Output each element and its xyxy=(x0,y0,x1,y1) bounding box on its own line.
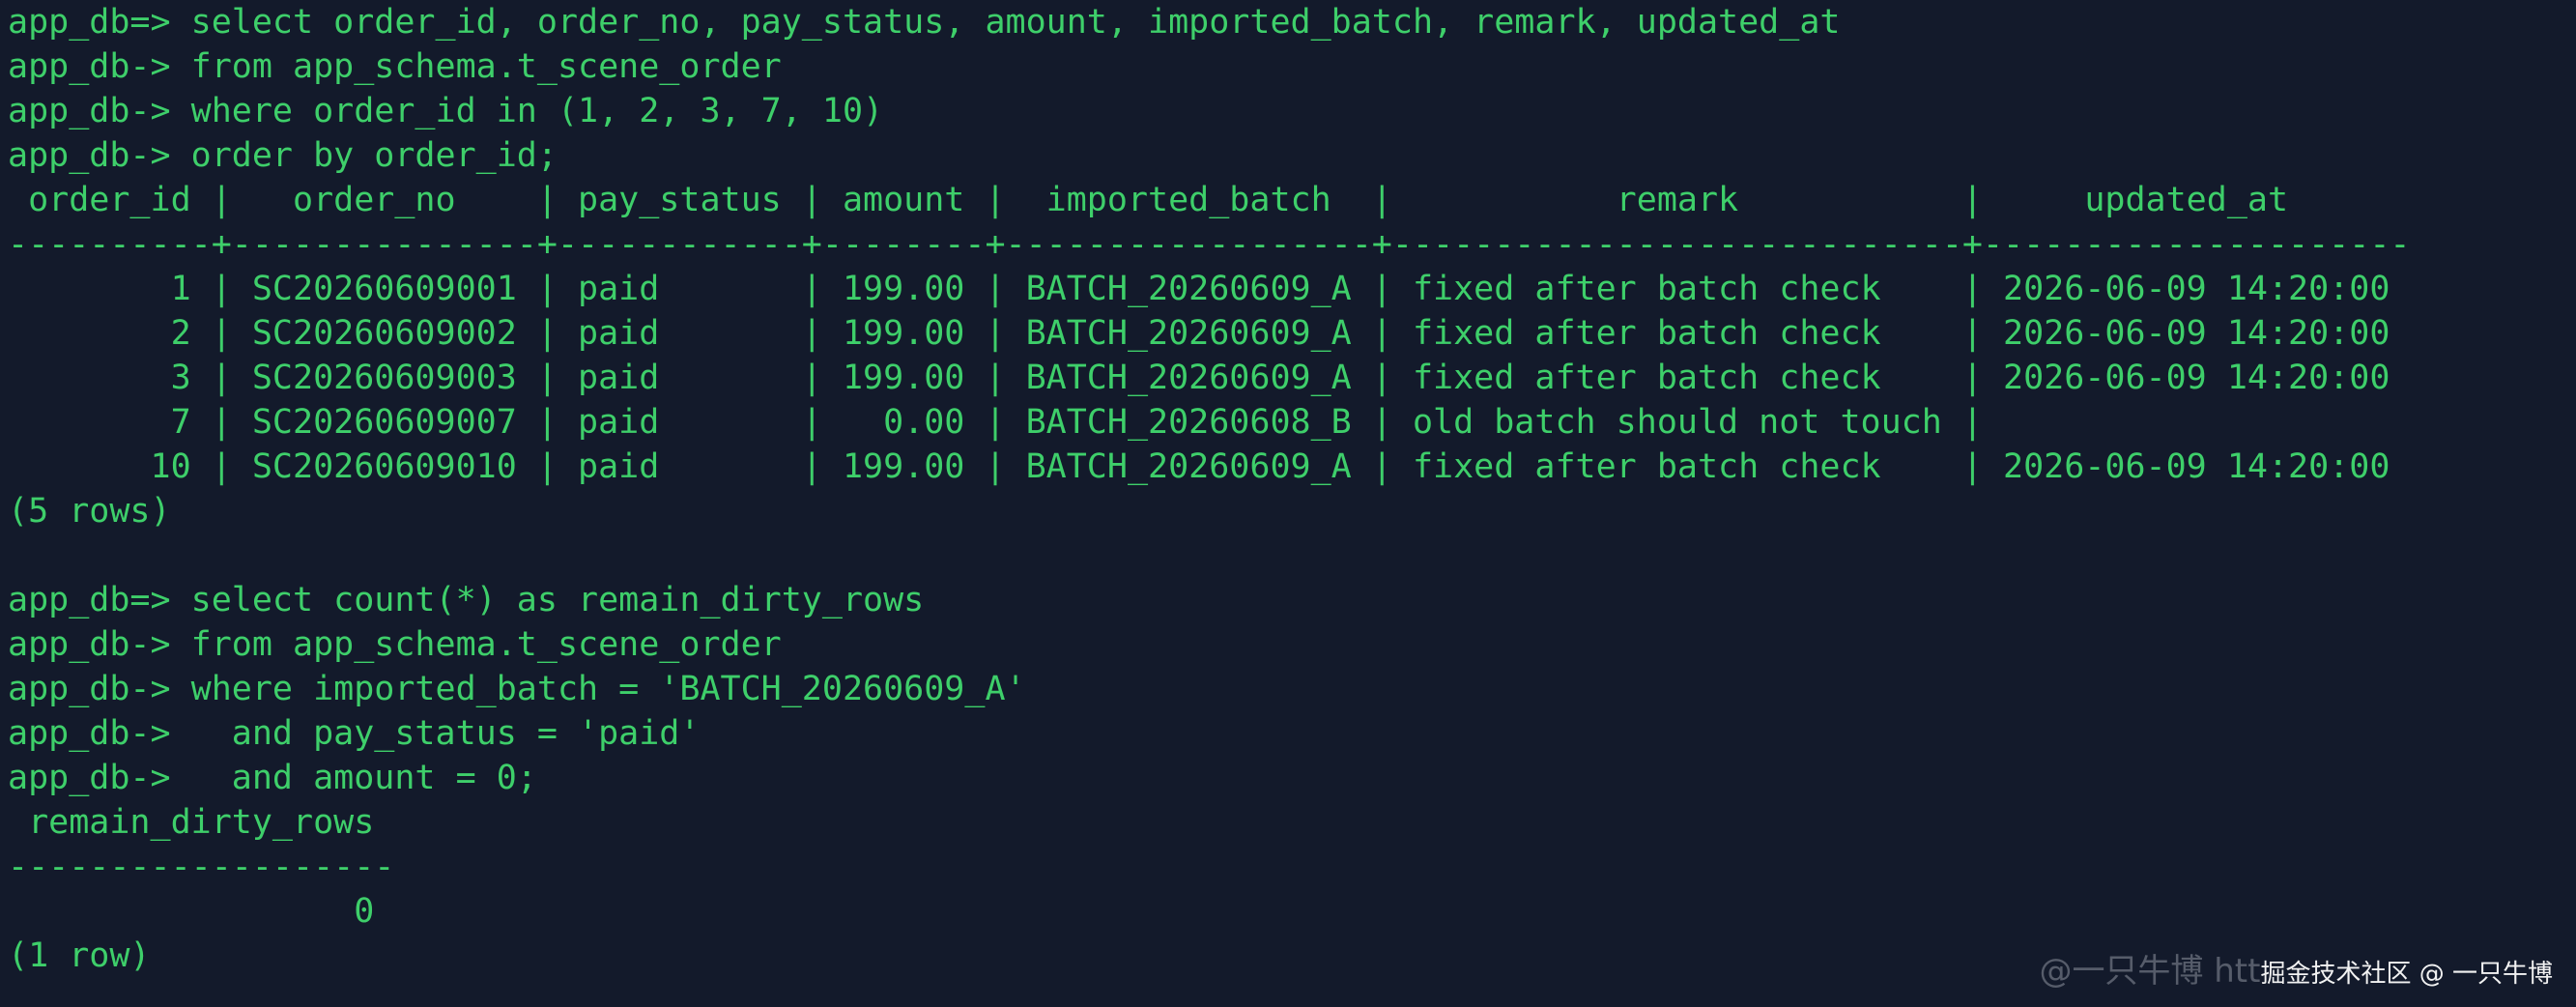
table-separator: ------------------- xyxy=(8,848,395,886)
prompt-line: app_db-> where order_id in (1, 2, 3, 7, … xyxy=(8,92,884,130)
table-row: 7 | SC20260609007 | paid | 0.00 | BATCH_… xyxy=(8,403,1983,442)
prompt-line: app_db-> from app_schema.t_scene_order xyxy=(8,47,782,86)
prompt-line: app_db=> select order_id, order_no, pay_… xyxy=(8,3,1841,42)
prompt-line: app_db-> from app_schema.t_scene_order xyxy=(8,625,782,664)
table-row: 2 | SC20260609002 | paid | 199.00 | BATC… xyxy=(8,314,2390,353)
watermark-label: 掘金技术社区 @ 一只牛博 xyxy=(2260,960,2553,989)
prompt-line: app_db=> select count(*) as remain_dirty… xyxy=(8,581,925,619)
table-separator: ----------+---------------+------------+… xyxy=(8,225,2411,264)
prompt-line: app_db-> and amount = 0; xyxy=(8,759,537,797)
terminal-output[interactable]: app_db=> select order_id, order_no, pay_… xyxy=(8,0,2568,1007)
prompt-line: app_db-> and pay_status = 'paid' xyxy=(8,714,701,753)
watermark-faded: @一只牛博 htt xyxy=(2039,952,2261,991)
prompt-line: app_db-> order by order_id; xyxy=(8,136,558,175)
row-count: (5 rows) xyxy=(8,492,171,531)
table-row: 3 | SC20260609003 | paid | 199.00 | BATC… xyxy=(8,359,2390,397)
table-row: 0 xyxy=(8,892,375,931)
table-row: 10 | SC20260609010 | paid | 199.00 | BAT… xyxy=(8,447,2390,486)
table-header: remain_dirty_rows xyxy=(8,803,375,842)
table-row: 1 | SC20260609001 | paid | 199.00 | BATC… xyxy=(8,270,2390,308)
prompt-line: app_db-> where imported_batch = 'BATCH_2… xyxy=(8,670,1026,708)
watermark: @一只牛博 htt掘金技术社区 @ 一只牛博 xyxy=(2039,949,2553,993)
table-header: order_id | order_no | pay_status | amoun… xyxy=(8,181,2289,219)
